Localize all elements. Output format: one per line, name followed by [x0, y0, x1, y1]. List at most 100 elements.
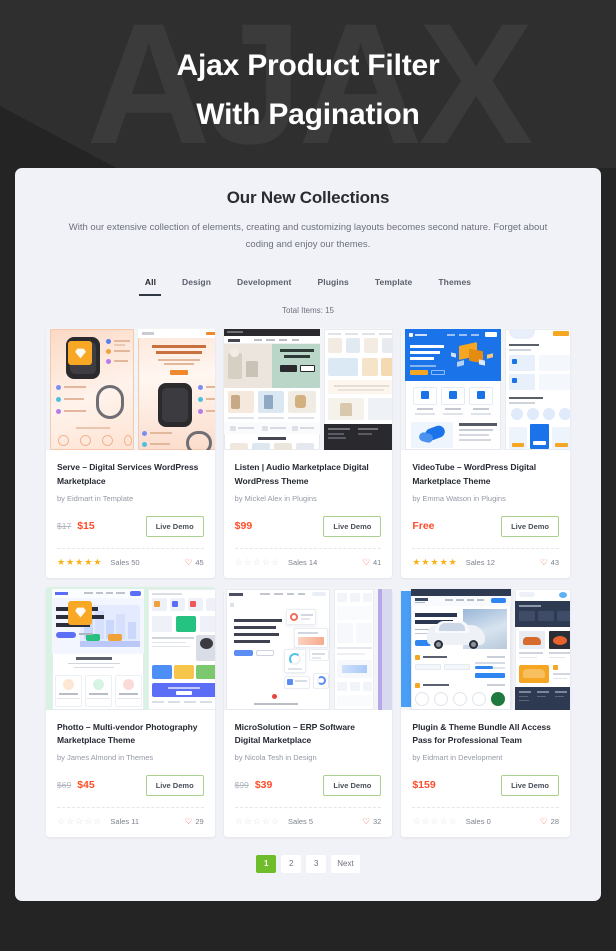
product-price-row: Free Live Demo [412, 515, 559, 537]
tab-all[interactable]: All [145, 277, 156, 296]
product-card[interactable]: Listen | Audio Marketplace Digital WordP… [223, 327, 393, 578]
star-icon: ☆ [270, 556, 280, 567]
page-title: Ajax Product Filter With Pagination [0, 0, 616, 139]
pagination-1[interactable]: 1 [256, 854, 277, 873]
likes-count: 32 [372, 816, 382, 826]
rating-stars: ☆ ☆ ☆ ☆ ☆ [412, 815, 456, 826]
product-prices: $99 [235, 520, 253, 532]
product-price-row: $99 Live Demo [235, 515, 382, 537]
star-icon: ★ [448, 556, 457, 567]
product-info: MicroSolution – ERP Software Digital Mar… [224, 710, 393, 796]
likes-group[interactable]: ♡ 41 [362, 558, 381, 567]
live-demo-button[interactable]: Live Demo [501, 515, 559, 537]
product-price-original: $99 [234, 780, 249, 791]
product-price-row: $17 $15 Live Demo [57, 515, 204, 537]
star-icon: ☆ [252, 815, 261, 826]
product-price-row: $159 Live Demo [412, 774, 559, 796]
total-items-count: Total Items: 15 [281, 306, 335, 316]
product-thumbnail-art [223, 327, 393, 451]
likes-count: 29 [195, 816, 204, 826]
product-meta: ★ ★ ★ ★ ★ Sales 50 ♡ 45 [57, 547, 204, 578]
pagination-next[interactable]: Next [331, 854, 360, 873]
product-title[interactable]: VideoTube – WordPress Digital Marketplac… [412, 461, 559, 488]
product-author: by Mickel Alex in Plugins [234, 494, 317, 504]
product-meta: ☆ ☆ ☆ ☆ ☆ Sales 5 ♡ 32 [234, 806, 382, 837]
live-demo-button[interactable]: Live Demo [145, 774, 204, 796]
pagination: 1 2 3 Next [15, 854, 601, 873]
product-thumbnail[interactable] [401, 586, 570, 710]
product-card[interactable]: Plugin & Theme Bundle All Access Pass fo… [401, 586, 570, 837]
heart-icon[interactable]: ♡ [540, 817, 548, 826]
tab-plugins[interactable]: Plugins [317, 277, 348, 296]
product-card[interactable]: MicroSolution – ERP Software Digital Mar… [223, 586, 393, 837]
tab-template[interactable]: Template [375, 277, 413, 296]
product-title[interactable]: Serve – Digital Services WordPress Marke… [57, 461, 204, 488]
star-icon: ★ [412, 556, 421, 567]
heart-icon[interactable]: ♡ [362, 817, 370, 826]
likes-group[interactable]: ♡ 29 [185, 817, 204, 826]
sales-count: Sales 11 [110, 816, 140, 826]
heart-icon[interactable]: ♡ [185, 558, 193, 567]
product-author: by Eidmart in Template [57, 494, 134, 504]
tab-design[interactable]: Design [182, 277, 211, 296]
product-prices: $17 $15 [57, 520, 95, 532]
filter-tabs: All Design Development Plugins Template Theme… [15, 277, 601, 296]
heart-icon[interactable]: ♡ [540, 558, 548, 567]
product-thumbnail[interactable] [46, 327, 215, 451]
product-card[interactable]: Photto – Multi-vendor Photography Market… [46, 586, 215, 837]
product-meta: ☆ ☆ ☆ ☆ ☆ Sales 0 ♡ 28 [412, 806, 559, 837]
product-prices: $159 [412, 779, 435, 791]
likes-group[interactable]: ♡ 28 [540, 817, 559, 826]
diamond-icon [68, 600, 92, 625]
star-icon: ☆ [57, 815, 66, 826]
likes-group[interactable]: ♡ 32 [362, 817, 381, 826]
pagination-2[interactable]: 2 [281, 854, 302, 873]
live-demo-button[interactable]: Live Demo [323, 515, 382, 537]
likes-group[interactable]: ♡ 45 [185, 558, 204, 567]
product-title[interactable]: Photto – Multi-vendor Photography Market… [57, 721, 204, 748]
product-thumbnail[interactable] [46, 586, 215, 710]
product-title[interactable]: MicroSolution – ERP Software Digital Mar… [235, 721, 382, 748]
section-title: Our New Collections [226, 188, 390, 207]
star-icon: ☆ [75, 815, 84, 826]
product-meta: ☆ ☆ ☆ ☆ ☆ Sales 11 ♡ 29 [57, 806, 204, 837]
likes-count: 43 [550, 557, 559, 567]
pagination-3[interactable]: 3 [306, 854, 327, 873]
live-demo-button[interactable]: Live Demo [323, 774, 382, 796]
star-icon: ★ [430, 556, 439, 567]
product-title[interactable]: Plugin & Theme Bundle All Access Pass fo… [412, 721, 559, 748]
likes-count: 41 [372, 557, 382, 567]
product-card[interactable]: Serve – Digital Services WordPress Marke… [46, 327, 215, 578]
product-author: by Eidmart in Development [412, 753, 503, 763]
live-demo-button[interactable]: Live Demo [501, 774, 559, 796]
product-price-current: $45 [77, 779, 95, 792]
sales-count: Sales 0 [465, 816, 491, 826]
star-icon: ☆ [252, 556, 261, 567]
tab-themes[interactable]: Themes [438, 277, 471, 296]
product-thumbnail[interactable] [223, 327, 393, 451]
tab-development[interactable]: Development [237, 277, 291, 296]
likes-count: 28 [550, 816, 559, 826]
product-author: by Emma Watson in Plugins [412, 494, 506, 504]
star-icon: ★ [57, 556, 66, 567]
star-icon: ★ [84, 556, 93, 567]
product-info: Photto – Multi-vendor Photography Market… [46, 710, 215, 796]
star-icon: ☆ [439, 815, 448, 826]
product-thumbnail[interactable] [223, 586, 393, 710]
section-subtitle: With our extensive collection of element… [68, 222, 548, 250]
product-thumbnail[interactable] [401, 327, 570, 451]
rating-stars: ★ ★ ★ ★ ★ [57, 556, 101, 567]
product-title[interactable]: Listen | Audio Marketplace Digital WordP… [235, 461, 382, 488]
heart-icon[interactable]: ♡ [362, 558, 370, 567]
star-icon: ☆ [430, 815, 439, 826]
product-card[interactable]: VideoTube – WordPress Digital Marketplac… [401, 327, 570, 578]
product-author: by James Almond in Themes [57, 753, 154, 763]
live-demo-button[interactable]: Live Demo [145, 515, 204, 537]
product-info: Plugin & Theme Bundle All Access Pass fo… [401, 710, 570, 796]
likes-group[interactable]: ♡ 43 [540, 558, 559, 567]
star-icon: ☆ [234, 556, 243, 567]
product-author: by Nicola Tesh in Design [234, 753, 317, 763]
star-icon: ★ [75, 556, 84, 567]
star-icon: ☆ [93, 815, 102, 826]
heart-icon[interactable]: ♡ [185, 817, 193, 826]
